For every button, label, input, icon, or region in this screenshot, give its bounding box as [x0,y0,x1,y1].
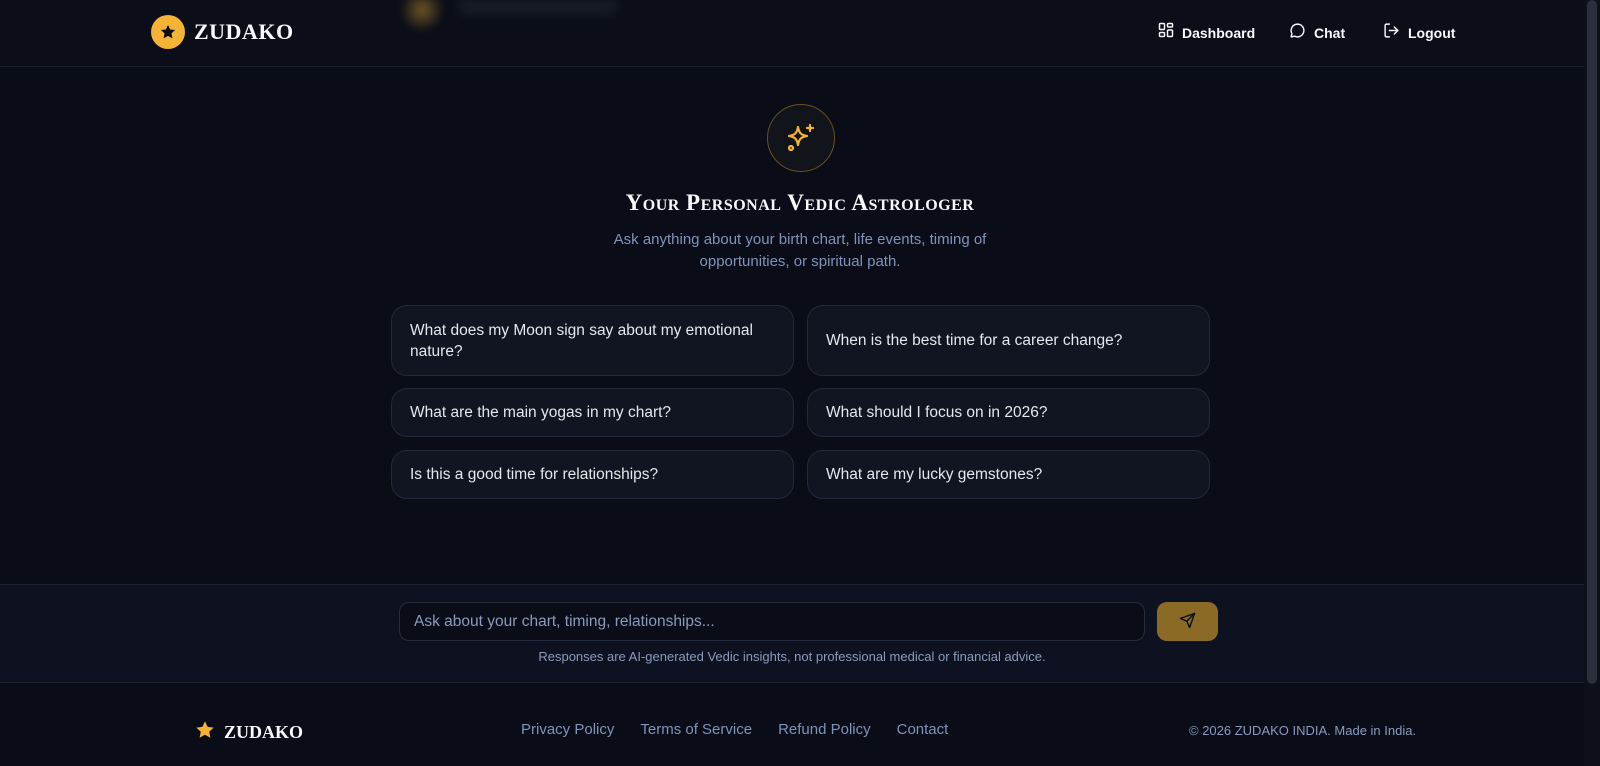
nav-dashboard-label: Dashboard [1182,24,1256,41]
suggestion-text: What are my lucky gemstones? [826,466,1043,483]
suggestion-text: What are the main yogas in my chart? [410,404,672,421]
suggestion-chip[interactable]: What should I focus on in 2026? [807,388,1210,437]
send-icon [1179,612,1196,632]
page-subtitle: Ask anything about your birth chart, lif… [613,231,987,270]
nav-logout[interactable]: Logout [1383,22,1455,44]
disclaimer-text: Responses are AI-generated Vedic insight… [538,649,1046,664]
star-icon [194,719,216,746]
logout-icon [1383,22,1400,44]
suggestion-chip[interactable]: What are the main yogas in my chart? [391,388,794,437]
suggestion-chip[interactable]: When is the best time for a career chang… [807,305,1210,376]
blurred-glow [398,0,446,30]
footer-link-privacy[interactable]: Privacy Policy [521,721,614,738]
suggestion-text: Is this a good time for relationships? [410,466,659,483]
footer-link-refund[interactable]: Refund Policy [778,721,871,738]
top-header: ZUDAKO Dashboard Chat Logout [0,0,1584,67]
footer-brand-name: ZUDAKO [224,722,304,742]
suggestion-text: What does my Moon sign say about my emot… [410,321,753,360]
nav-chat-label: Chat [1314,25,1346,41]
star-icon [151,15,185,49]
suggestion-chip[interactable]: Is this a good time for relationships? [391,450,794,499]
footer-link-terms[interactable]: Terms of Service [640,721,752,738]
footer-link-contact[interactable]: Contact [897,721,949,738]
nav-dashboard[interactable]: Dashboard [1158,22,1255,43]
page-title: Your Personal Vedic Astrologer [625,190,975,215]
suggestion-chip[interactable]: What does my Moon sign say about my emot… [391,305,794,376]
nav-logout-label: Logout [1408,25,1456,41]
chat-bubble-icon [1289,22,1306,44]
dashboard-grid-icon [1158,22,1174,43]
suggestion-text: What should I focus on in 2026? [826,404,1048,421]
suggestion-chip[interactable]: What are my lucky gemstones? [807,450,1210,499]
sparkles-icon [767,104,835,172]
copyright-text: © 2026 ZUDAKO INDIA. Made in India. [1189,723,1417,738]
suggestion-text: When is the best time for a career chang… [826,332,1123,349]
footer-links: Privacy Policy Terms of Service Refund P… [521,721,948,738]
send-button[interactable] [1157,602,1218,641]
chat-input[interactable] [399,602,1145,641]
brand-name: ZUDAKO [194,19,294,44]
scrollbar-thumb[interactable] [1587,0,1597,684]
brand-logo-link[interactable]: ZUDAKO [151,15,294,49]
nav-chat[interactable]: Chat [1289,22,1345,44]
footer-brand[interactable]: ZUDAKO [194,719,303,746]
blurred-glow-text [458,0,618,14]
